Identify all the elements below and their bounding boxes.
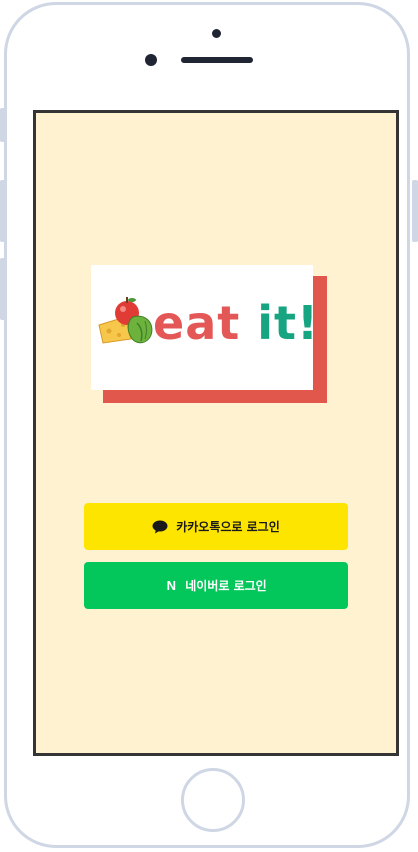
power-button xyxy=(412,180,418,242)
volume-down-button xyxy=(0,258,6,320)
speaker-grill xyxy=(181,57,253,63)
camera-dot xyxy=(212,29,221,38)
logo-card: eat it! xyxy=(91,265,318,390)
front-camera xyxy=(145,54,157,66)
phone-frame: eat it! 카카오톡으로 로그인 N 네이버로 로그인 xyxy=(4,2,410,848)
kakao-login-label: 카카오톡으로 로그인 xyxy=(176,520,280,534)
logo-text-eat: eat xyxy=(153,296,241,350)
home-button[interactable] xyxy=(181,768,245,832)
volume-up-button xyxy=(0,180,6,242)
chat-bubble-icon xyxy=(152,520,168,533)
naver-login-label: 네이버로 로그인 xyxy=(185,579,267,593)
food-icon xyxy=(98,297,153,344)
app-logo: eat it! xyxy=(91,265,327,403)
naver-n-icon: N xyxy=(166,578,176,593)
app-screen: eat it! 카카오톡으로 로그인 N 네이버로 로그인 xyxy=(33,110,399,756)
naver-login-button[interactable]: N 네이버로 로그인 xyxy=(84,562,348,609)
mute-switch xyxy=(0,108,6,142)
logo-text-it: it! xyxy=(257,296,319,350)
logo-wordmark: eat it! xyxy=(153,293,319,353)
kakao-login-button[interactable]: 카카오톡으로 로그인 xyxy=(84,503,348,550)
